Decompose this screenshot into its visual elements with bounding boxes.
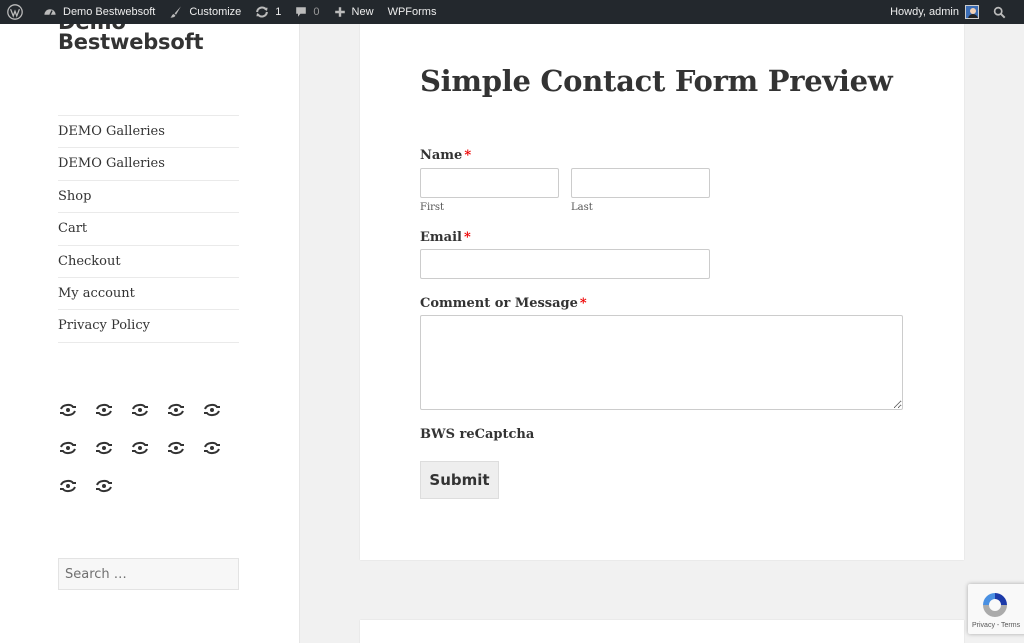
dashboard-icon [44,9,56,16]
wpforms-menu[interactable]: WPForms [381,0,444,24]
sidebar-menu: DEMO Galleries DEMO Galleries Shop Cart … [58,115,239,343]
message-label-text: Comment or Message [420,296,578,311]
content-card-next [360,620,964,643]
message-textarea[interactable] [420,315,903,410]
new-content-menu[interactable]: New [327,0,381,24]
updates-count: 1 [275,6,282,18]
social-link-icon[interactable] [94,402,130,440]
account-menu[interactable]: Howdy, admin [883,0,986,24]
admin-bar: Demo Bestwebsoft Customize 1 0 New WPFor… [0,0,1024,24]
page-title: Simple Contact Form Preview [420,64,893,98]
required-mark: * [579,296,587,311]
comments-count: 0 [313,6,320,18]
social-link-icon[interactable] [94,478,130,516]
first-name-input[interactable] [420,168,559,198]
last-name-input[interactable] [571,168,710,198]
search-input[interactable] [58,558,239,590]
new-label: New [351,6,374,18]
social-link-icon[interactable] [94,440,130,478]
customize-link[interactable]: Customize [162,0,248,24]
menu-item-privacy-policy[interactable]: Privacy Policy [58,310,239,343]
submit-button[interactable]: Submit [420,461,499,499]
social-links [58,402,248,516]
sidebar: Demo Bestwebsoft DEMO Galleries DEMO Gal… [0,10,299,643]
menu-item-shop[interactable]: Shop [58,181,239,214]
first-sublabel: First [420,202,445,213]
email-input[interactable] [420,249,710,279]
wordpress-icon [7,4,23,20]
comment-icon [296,7,307,17]
wpforms-label: WPForms [387,6,437,18]
recaptcha-badge[interactable]: Privacy - Terms [968,584,1024,634]
social-link-icon[interactable] [58,478,94,516]
social-link-icon[interactable] [130,440,166,478]
social-link-icon[interactable] [130,402,166,440]
site-title[interactable]: Bestwebsoft [58,30,204,54]
menu-item-my-account[interactable]: My account [58,278,239,311]
social-link-icon[interactable] [58,440,94,478]
message-label: Comment or Message * [420,296,587,311]
email-label-text: Email [420,230,462,245]
greeting: Howdy, admin [890,6,959,18]
recaptcha-terms[interactable]: Privacy - Terms [972,622,1020,629]
updates-link[interactable]: 1 [248,0,288,24]
content-card: Simple Contact Form Preview Name * First … [360,24,964,560]
name-label-text: Name [420,148,463,163]
updates-icon [256,6,269,18]
site-name: Demo Bestwebsoft [63,6,156,18]
wp-logo-menu[interactable] [0,0,36,24]
social-link-icon[interactable] [166,440,202,478]
social-link-icon[interactable] [58,402,94,440]
social-link-icon[interactable] [166,402,202,440]
menu-item-cart[interactable]: Cart [58,213,239,246]
admin-search-button[interactable] [986,0,1024,24]
site-name-menu[interactable]: Demo Bestwebsoft [36,0,162,24]
menu-item-checkout[interactable]: Checkout [58,246,239,278]
search-icon [993,6,1006,18]
avatar [965,5,979,19]
required-mark: * [463,230,471,245]
email-label: Email * [420,230,471,245]
sidebar-divider [299,24,300,643]
plus-icon [334,7,345,17]
last-sublabel: Last [571,202,593,213]
customize-label: Customize [189,6,242,18]
social-link-icon[interactable] [202,440,238,478]
name-label: Name * [420,148,471,163]
required-mark: * [464,148,472,163]
brush-icon [170,6,182,18]
comments-link[interactable]: 0 [288,0,326,24]
captcha-label: BWS reCaptcha [420,427,535,442]
menu-item-demo-galleries[interactable]: DEMO Galleries [58,116,239,149]
social-link-icon[interactable] [202,402,238,440]
recaptcha-icon [983,593,1007,617]
menu-item-demo-galleries-2[interactable]: DEMO Galleries [58,148,239,181]
